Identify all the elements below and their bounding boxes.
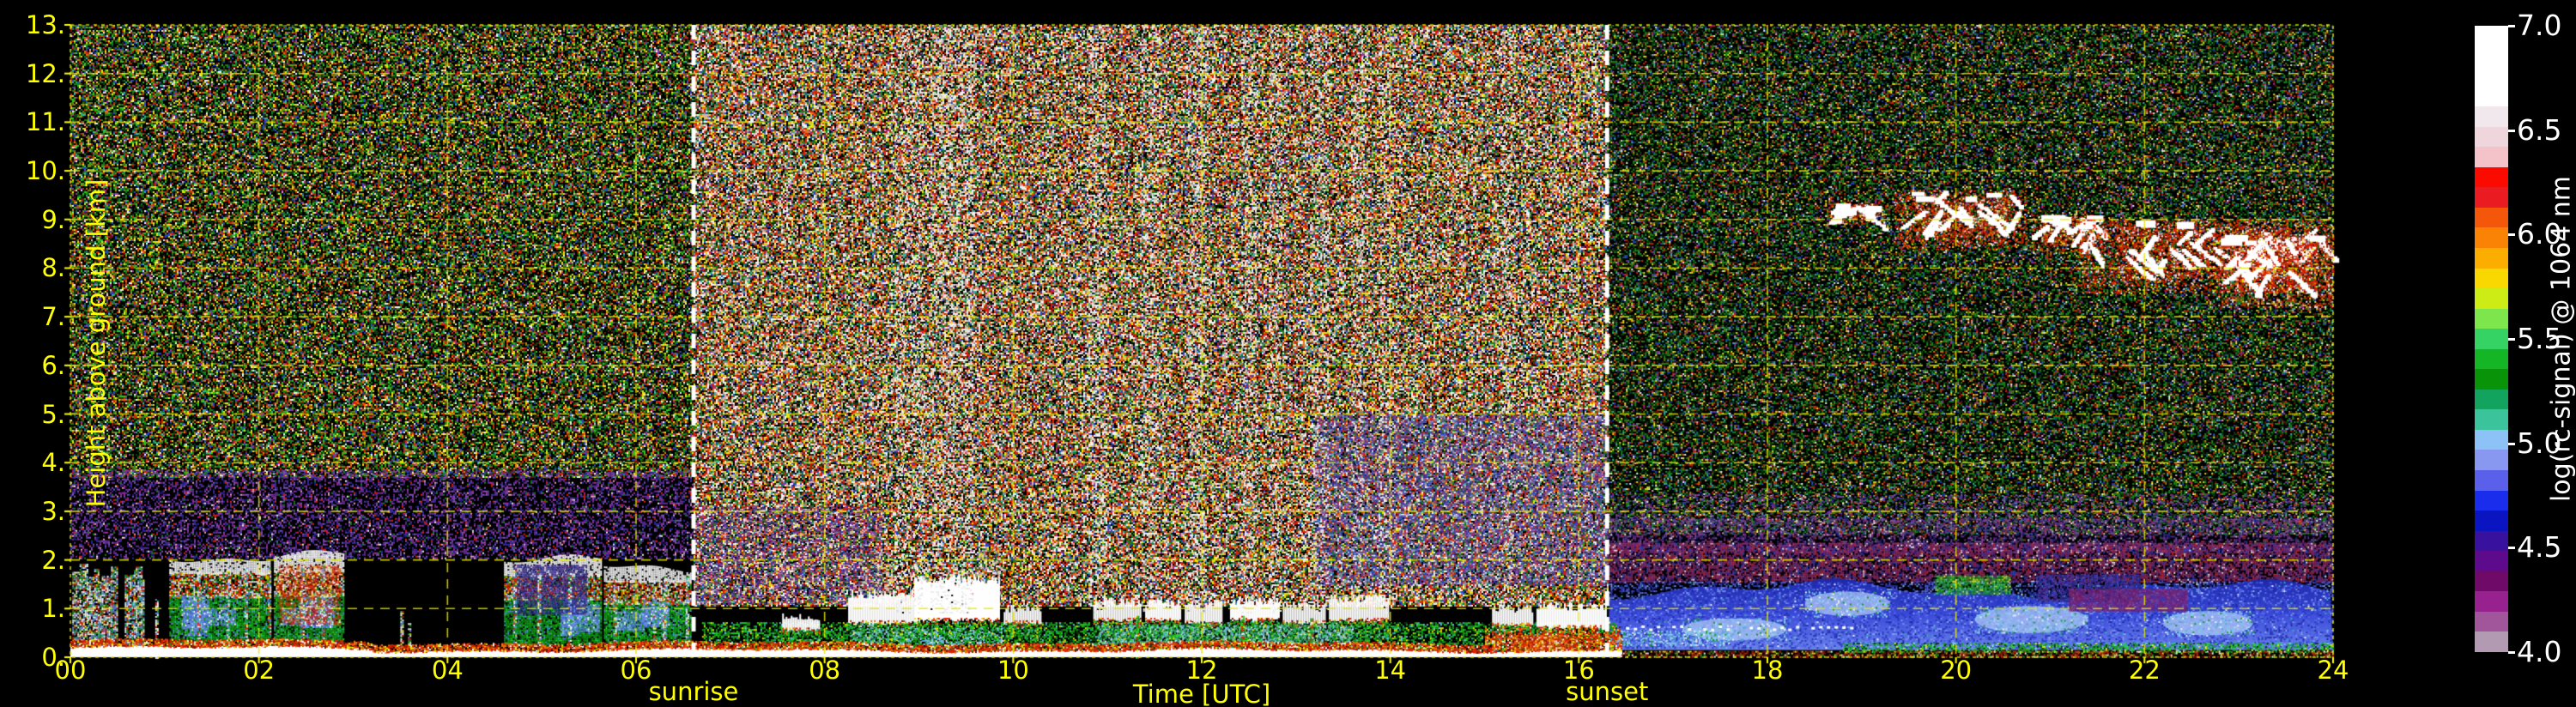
y-tick-label: 12. <box>25 58 65 88</box>
colorbar-segment <box>2475 511 2508 531</box>
x-tick-label: 04 <box>431 656 464 685</box>
colorbar-segment <box>2475 126 2508 148</box>
x-tick-label: 24 <box>2317 656 2349 685</box>
colorbar-tick-label: 4.0 <box>2517 635 2562 668</box>
y-tick-label: 3. <box>41 496 65 526</box>
colorbar-segment <box>2475 389 2508 410</box>
colorbar-segment <box>2475 106 2508 127</box>
colorbar-segment <box>2475 288 2508 309</box>
colorbar-segment <box>2475 591 2508 612</box>
y-tick-label: 13. <box>25 10 65 39</box>
colorbar-segment <box>2475 207 2508 228</box>
y-tick-label: 2. <box>41 545 65 575</box>
y-axis-label: Height above ground [km] <box>82 178 111 508</box>
y-tick-label: 6. <box>41 350 65 380</box>
sunset-label: sunset <box>1566 677 1649 706</box>
colorbar-segment <box>2475 470 2508 491</box>
figure: DWD: Potsdam (Germany; 52.3836 N / 13.06… <box>0 0 2576 707</box>
colorbar-tick-label: 7.0 <box>2517 9 2562 42</box>
x-tick-label: 08 <box>809 656 841 685</box>
colorbar-segment <box>2475 147 2508 167</box>
colorbar-segment <box>2475 571 2508 592</box>
x-tick-label: 00 <box>54 656 87 685</box>
colorbar-segment <box>2475 268 2508 289</box>
colorbar-segment <box>2475 369 2508 390</box>
colorbar-segment <box>2475 66 2508 87</box>
y-tick-label: 11. <box>25 107 65 137</box>
colorbar-segment <box>2475 86 2508 107</box>
colorbar-tick-mark <box>2508 442 2515 445</box>
colorbar-segment <box>2475 551 2508 571</box>
colorbar-segment <box>2475 409 2508 430</box>
heatmap-canvas <box>0 0 2576 707</box>
y-tick-label: 5. <box>41 399 65 429</box>
colorbar-segment <box>2475 530 2508 552</box>
colorbar-segment <box>2475 308 2508 329</box>
colorbar-tick-mark <box>2508 25 2515 27</box>
colorbar-segment <box>2475 45 2508 67</box>
colorbar-tick-label: 4.5 <box>2517 530 2562 565</box>
colorbar <box>2475 26 2508 652</box>
colorbar-segment <box>2475 26 2508 46</box>
colorbar-tick-mark <box>2508 651 2515 654</box>
y-tick-label: 7. <box>41 302 65 332</box>
colorbar-tick-mark <box>2508 129 2515 132</box>
colorbar-segment <box>2475 187 2508 208</box>
colorbar-segment <box>2475 329 2508 349</box>
colorbar-tick-mark <box>2508 547 2515 550</box>
colorbar-segment <box>2475 611 2508 632</box>
y-tick-label: 8. <box>41 253 65 283</box>
colorbar-segment <box>2475 450 2508 471</box>
colorbar-segment <box>2475 227 2508 249</box>
sunrise-label: sunrise <box>648 677 739 706</box>
x-tick-label: 20 <box>1940 656 1973 685</box>
x-tick-label: 14 <box>1374 656 1407 685</box>
colorbar-segment <box>2475 348 2508 370</box>
x-tick-label: 02 <box>243 656 276 685</box>
colorbar-segment <box>2475 429 2508 450</box>
y-tick-label: 9. <box>41 204 65 234</box>
y-tick-label: 4. <box>41 448 65 478</box>
colorbar-tick-mark <box>2508 233 2515 237</box>
colorbar-segment <box>2475 631 2508 652</box>
x-tick-label: 18 <box>1751 656 1784 685</box>
x-axis-label: Time [UTC] <box>1132 680 1271 707</box>
y-tick-label: 10. <box>25 156 65 186</box>
colorbar-title: log(rc-signal) @ 1064 nm <box>2546 175 2576 503</box>
colorbar-segment <box>2475 248 2508 269</box>
x-tick-label: 10 <box>997 656 1029 685</box>
colorbar-tick-mark <box>2508 338 2515 341</box>
colorbar-tick-label: 6.5 <box>2517 112 2562 147</box>
x-tick-label: 22 <box>2128 656 2161 685</box>
y-tick-label: 1. <box>41 594 65 624</box>
colorbar-segment <box>2475 166 2508 188</box>
colorbar-segment <box>2475 490 2508 511</box>
